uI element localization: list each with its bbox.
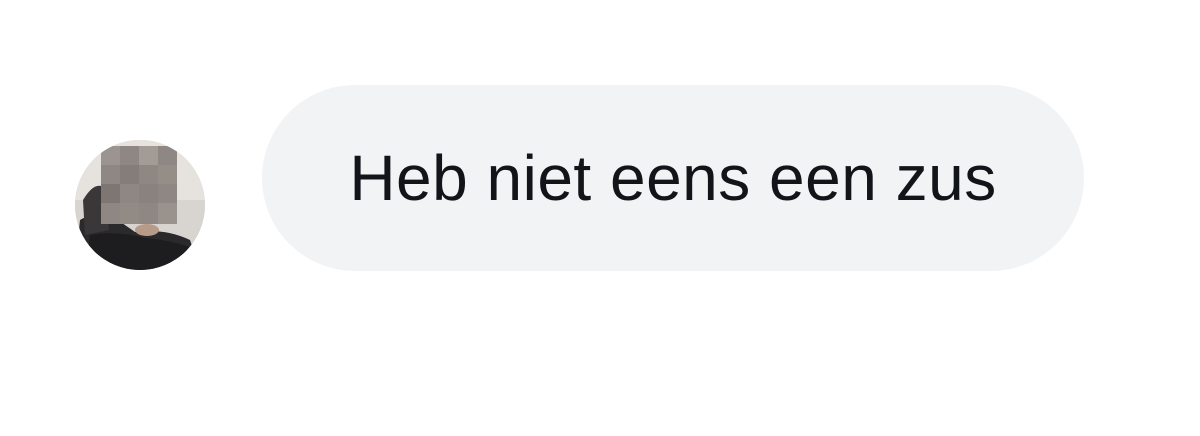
message-text: Heb niet eens een zus xyxy=(349,142,997,214)
avatar-photo xyxy=(75,140,205,270)
avatar[interactable] xyxy=(75,140,205,270)
message-row: Heb niet eens een zus xyxy=(0,0,1200,436)
message-bubble[interactable]: Heb niet eens een zus xyxy=(262,85,1084,271)
